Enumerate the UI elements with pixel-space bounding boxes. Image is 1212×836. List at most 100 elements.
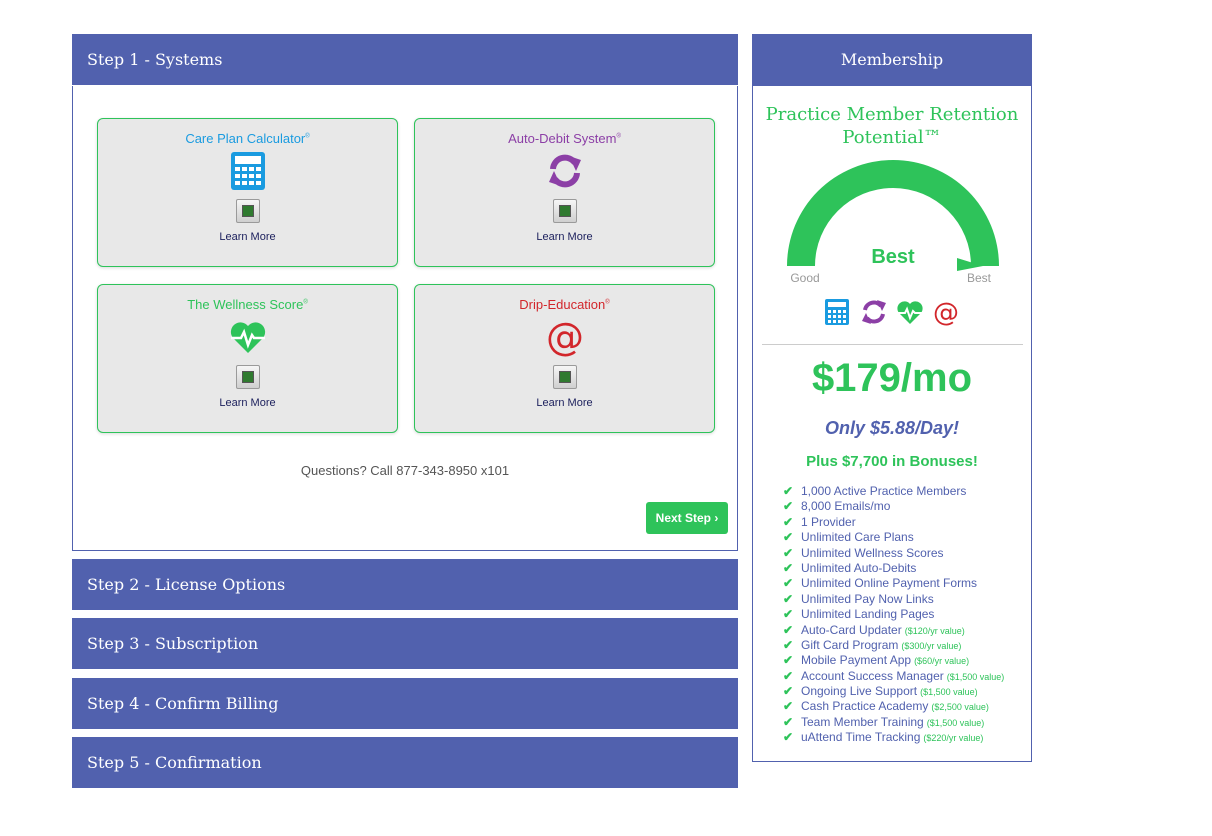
check-icon: ✔ <box>783 484 794 498</box>
check-icon: ✔ <box>783 545 794 560</box>
check-icon: ✔ <box>783 530 794 545</box>
feature-value: ($120/yr value) <box>904 625 965 636</box>
daily-price: Only $5.88/Day! <box>824 418 960 438</box>
feature-text: 1,000 Active Practice Members <box>801 484 967 498</box>
divider <box>762 344 1023 345</box>
step-1-header[interactable]: Step 1 - Systems <box>72 34 738 85</box>
feature-text: Team Member Training <box>801 714 924 729</box>
card-title: Care Plan Calculator® <box>185 131 310 146</box>
feature-text: Gift Card Program <box>801 637 899 652</box>
check-icon: ✔ <box>783 668 794 683</box>
feature-text: uAttend Time Tracking <box>801 730 921 745</box>
card-title: Auto-Debit System® <box>508 131 621 146</box>
step-3-header[interactable]: Step 3 - Subscription <box>72 618 738 669</box>
feature-value: ($60/yr value) <box>914 656 970 667</box>
feature-item: ✔ Ongoing Live Support ($1,500 value) <box>783 684 1004 699</box>
feature-value: ($300/yr value) <box>901 640 962 651</box>
check-icon: ✔ <box>783 607 794 622</box>
card-title: The Wellness Score® <box>187 297 308 312</box>
learn-more-link[interactable]: Learn More <box>536 231 592 243</box>
feature-item: ✔ Unlimited Wellness Scores <box>783 546 1004 561</box>
check-icon: ✔ <box>783 684 794 699</box>
add-to-cart-button[interactable] <box>235 365 260 389</box>
learn-more-link[interactable]: Learn More <box>536 397 592 409</box>
system-icons-row: @ <box>825 298 959 326</box>
step-4-label: Step 4 - Confirm Billing <box>87 694 279 713</box>
feature-item: ✔ Unlimited Online Payment Forms <box>783 576 1004 591</box>
check-icon: ✔ <box>783 730 794 745</box>
cart-icon <box>241 205 254 217</box>
cart-icon <box>558 371 571 383</box>
feature-item: ✔ 1 Provider <box>783 515 1004 530</box>
add-to-cart-button[interactable] <box>552 199 577 223</box>
feature-item: ✔ Team Member Training ($1,500 value) <box>783 715 1004 730</box>
feature-text: 8,000 Emails/mo <box>801 499 891 514</box>
membership-title: Membership <box>840 50 944 69</box>
learn-more-link[interactable]: Learn More <box>219 231 275 243</box>
step-5-label: Step 5 - Confirmation <box>87 753 262 772</box>
systems-panel: Care Plan Calculator® Learn More Auto-De… <box>72 86 738 551</box>
bonus-text: Plus $7,700 in Bonuses! <box>806 453 978 470</box>
feature-value: ($1,500 value) <box>946 671 1005 682</box>
refresh-icon <box>862 300 886 324</box>
feature-value: ($1,500 value) <box>926 717 985 728</box>
step-5-header[interactable]: Step 5 - Confirmation <box>72 737 738 788</box>
check-icon: ✔ <box>783 699 794 714</box>
calculator-icon <box>825 299 849 325</box>
add-to-cart-button[interactable] <box>552 365 577 389</box>
feature-text: Mobile Payment App <box>801 653 912 668</box>
membership-header: Membership <box>752 34 1032 86</box>
gauge-max-label: Best <box>967 271 992 285</box>
feature-list: ✔ 1,000 Active Practice Members ✔ 8,000 Ema… <box>783 484 1004 746</box>
feature-item: ✔ Cash Practice Academy ($2,500 value) <box>783 699 1004 714</box>
gauge-level-label: Best <box>871 246 915 268</box>
feature-item: ✔ Account Success Manager ($1,500 value) <box>783 669 1004 684</box>
feature-item: ✔ 1,000 Active Practice Members <box>783 484 1004 499</box>
heart-pulse-icon <box>897 301 923 324</box>
retention-gauge: Best Good Best <box>787 160 999 285</box>
step-1-label: Step 1 - Systems <box>87 50 223 69</box>
feature-item: ✔ Gift Card Program ($300/yr value) <box>783 638 1004 653</box>
feature-item: ✔ Unlimited Pay Now Links <box>783 592 1004 607</box>
feature-item: ✔ Unlimited Care Plans <box>783 530 1004 545</box>
add-to-cart-button[interactable] <box>235 199 260 223</box>
card-title: Drip-Education® <box>519 297 610 312</box>
step-2-label: Step 2 - License Options <box>87 575 286 594</box>
feature-item: ✔ Unlimited Auto-Debits <box>783 561 1004 576</box>
step-2-header[interactable]: Step 2 - License Options <box>72 559 738 610</box>
refresh-icon <box>548 154 581 188</box>
feature-item: ✔ 8,000 Emails/mo <box>783 499 1004 514</box>
feature-text: Account Success Manager <box>801 668 944 683</box>
feature-text: Auto-Card Updater <box>801 622 902 637</box>
check-icon: ✔ <box>783 576 794 591</box>
cart-icon <box>558 205 571 217</box>
at-sign-icon: @ <box>933 298 959 326</box>
feature-value: ($2,500 value) <box>931 702 989 713</box>
next-step-button[interactable]: Next Step › <box>646 502 728 534</box>
cart-icon <box>241 371 254 383</box>
check-icon: ✔ <box>783 653 794 668</box>
check-icon: ✔ <box>783 622 794 637</box>
check-icon: ✔ <box>783 714 794 729</box>
feature-text: Unlimited Care Plans <box>801 530 914 545</box>
card-wellness-score[interactable]: The Wellness Score® Learn More <box>97 284 398 433</box>
check-icon: ✔ <box>783 560 794 575</box>
check-icon: ✔ <box>783 514 794 529</box>
feature-value: ($220/yr value) <box>923 733 984 744</box>
svg-text:@: @ <box>546 317 584 357</box>
card-drip-education[interactable]: Drip-Education® @ Learn More <box>414 284 715 433</box>
card-care-plan-calculator[interactable]: Care Plan Calculator® Learn More <box>97 118 398 267</box>
check-icon: ✔ <box>783 637 794 652</box>
feature-text: Unlimited Pay Now Links <box>801 591 934 606</box>
feature-value: ($1,500 value) <box>920 687 978 698</box>
gauge-min-label: Good <box>790 271 819 285</box>
feature-text: 1 Provider <box>801 514 856 529</box>
feature-text: Unlimited Wellness Scores <box>801 545 944 560</box>
learn-more-link[interactable]: Learn More <box>219 397 275 409</box>
check-icon: ✔ <box>783 499 794 514</box>
step-4-header[interactable]: Step 4 - Confirm Billing <box>72 678 738 729</box>
questions-phone-text: Questions? Call 877-343-8950 x101 <box>300 463 510 478</box>
feature-text: Cash Practice Academy <box>801 699 929 714</box>
card-auto-debit-system[interactable]: Auto-Debit System® Learn More <box>414 118 715 267</box>
feature-item: ✔ Mobile Payment App ($60/yr value) <box>783 653 1004 668</box>
